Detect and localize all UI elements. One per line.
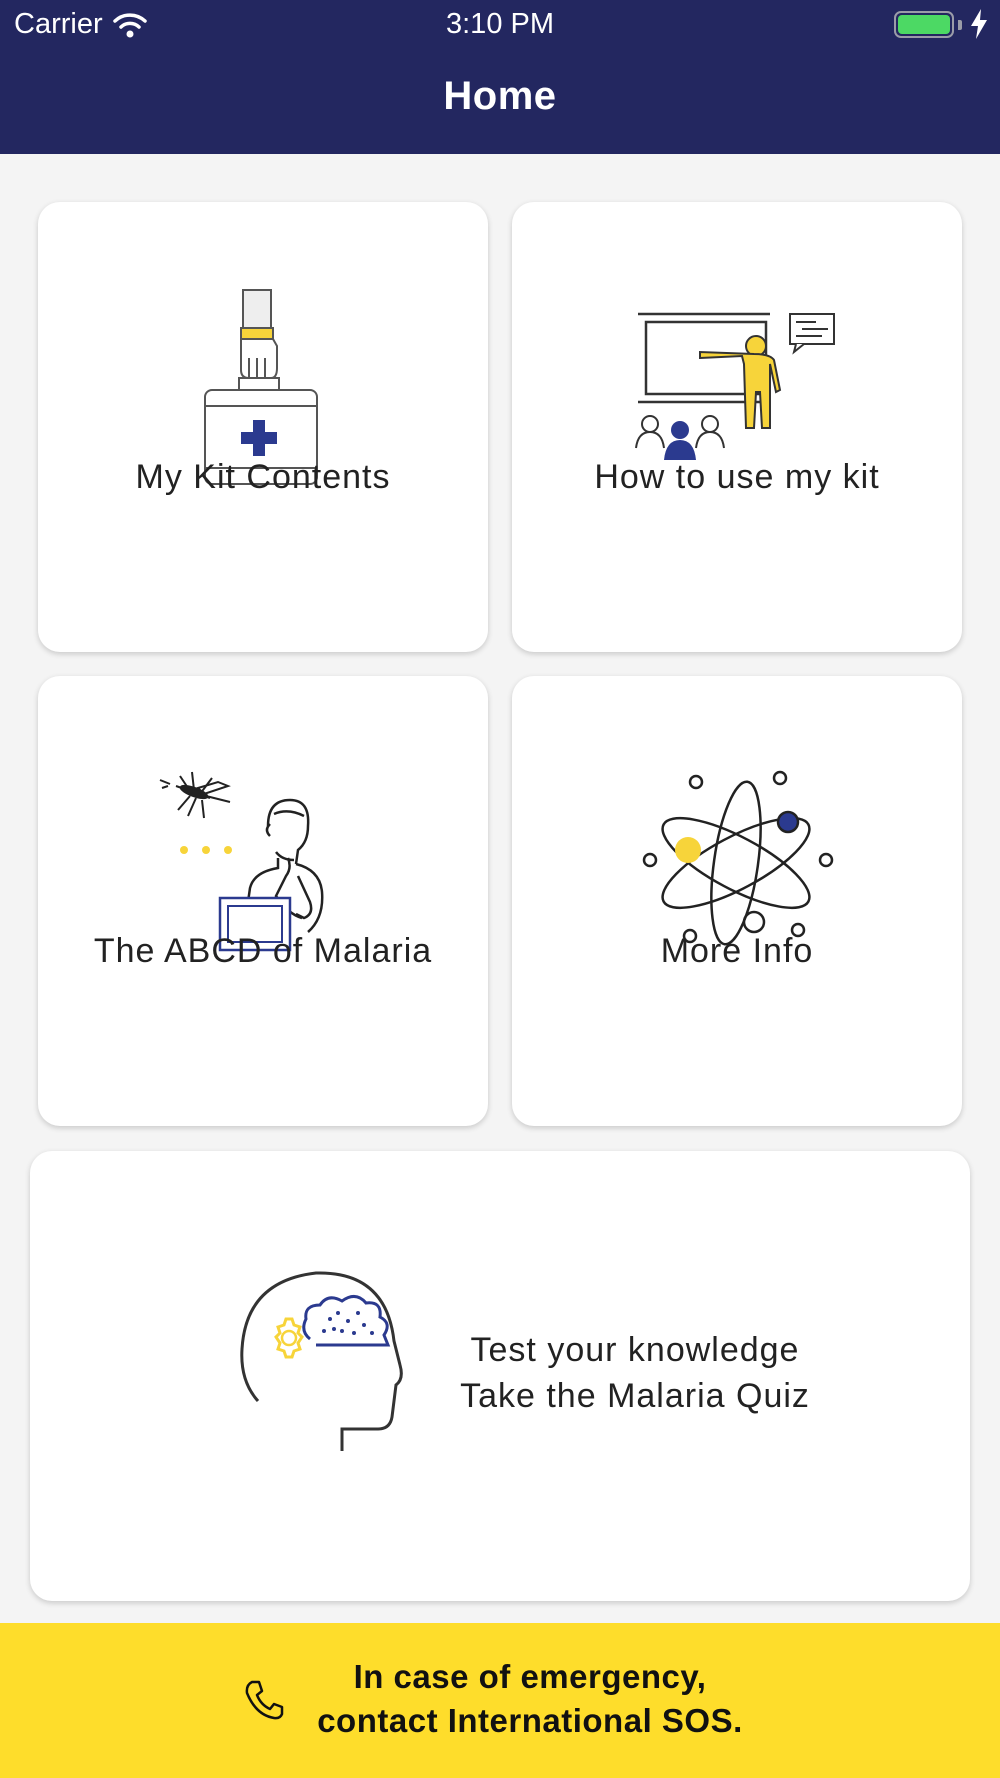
presentation-icon	[635, 312, 835, 460]
tile-label: More Info	[660, 932, 814, 970]
tile-more-info[interactable]: More Info	[512, 676, 962, 1126]
mosquito-thinker-icon	[159, 771, 324, 952]
quiz-text: Test your knowledge Take the Malaria Qui…	[420, 1327, 850, 1419]
status-bar: Carrier 3:10 PM	[0, 0, 1000, 50]
emergency-contact-banner[interactable]: In case of emergency, contact Internatio…	[0, 1623, 1000, 1778]
tile-label: My Kit Contents	[135, 458, 391, 496]
battery-icon	[894, 11, 954, 38]
quiz-line-1: Test your knowledge	[470, 1331, 800, 1369]
atom-icon	[642, 770, 834, 946]
phone-icon	[245, 1680, 284, 1720]
tile-my-kit-contents[interactable]: My Kit Contents	[38, 202, 488, 652]
tile-abcd-of-malaria[interactable]: The ABCD of Malaria	[38, 676, 488, 1126]
emergency-text: In case of emergency, contact Internatio…	[300, 1655, 760, 1743]
status-time: 3:10 PM	[446, 8, 554, 40]
emergency-line-1: In case of emergency,	[353, 1658, 707, 1695]
charging-bolt-icon	[971, 9, 987, 39]
tile-malaria-quiz[interactable]: Test your knowledge Take the Malaria Qui…	[30, 1151, 970, 1601]
emergency-line-2: contact International SOS.	[317, 1702, 743, 1739]
nav-header: Carrier 3:10 PM Home	[0, 0, 1000, 154]
page-title: Home	[443, 74, 557, 118]
battery-cap	[958, 20, 962, 30]
tile-label: How to use my kit	[594, 458, 880, 496]
tile-how-to-use-my-kit[interactable]: How to use my kit	[512, 202, 962, 652]
quiz-line-2: Take the Malaria Quiz	[460, 1377, 810, 1415]
brain-head-icon	[240, 1271, 403, 1451]
tile-label: The ABCD of Malaria	[93, 932, 433, 970]
